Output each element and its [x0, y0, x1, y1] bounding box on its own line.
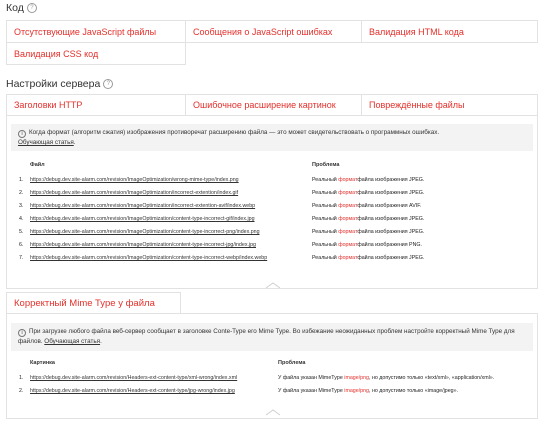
tutorial-link[interactable]: Обучающая статья	[44, 338, 100, 345]
highlight-term: формат	[338, 229, 358, 235]
info-box-mime: i При загрузке любого файла веб-сервер со…	[11, 323, 533, 351]
tile-js-errors[interactable]: Сообщения о JavaScript ошибках	[185, 20, 362, 43]
table-row: 1. https://debug.dev.site-alarm.com/revis…	[0, 373, 545, 384]
problem-text: Реальный форматфайла изображения AVIF.	[312, 203, 422, 209]
tab-correct-mime-type[interactable]: Корректный Mime Type у файла	[6, 292, 181, 314]
tile-wrong-image-extension[interactable]: Ошибочное расширение картинок	[185, 94, 362, 116]
highlight-term: формат	[338, 216, 358, 222]
help-circle-icon[interactable]: ?	[103, 79, 114, 89]
row-number: 6.	[19, 242, 24, 248]
problem-text: Реальный форматфайла изображения JPEG.	[312, 255, 425, 261]
highlight-term: формат	[338, 255, 358, 261]
row-number: 2.	[19, 190, 24, 196]
file-url-link[interactable]: https://debug.dev.site-alarm.com/revisio…	[30, 388, 235, 394]
table-row: 2. https://debug.dev.site-alarm.com/revis…	[0, 188, 545, 199]
row-number: 3.	[19, 203, 24, 209]
problem-text: Реальный форматфайла изображения PNG.	[312, 242, 423, 248]
tile-missing-js[interactable]: Отсутствующие JavaScript файлы	[6, 20, 186, 43]
file-url-link[interactable]: https://debug.dev.site-alarm.com/revisio…	[30, 255, 267, 261]
column-header-image: Картинка	[30, 360, 55, 366]
chevron-up-icon[interactable]	[263, 408, 283, 416]
highlight-term: image/png	[344, 375, 370, 381]
file-url-link[interactable]: https://debug.dev.site-alarm.com/revisio…	[30, 229, 260, 235]
file-url-link[interactable]: https://debug.dev.site-alarm.com/revisio…	[30, 216, 255, 222]
tile-http-headers[interactable]: Заголовки HTTP	[6, 94, 186, 116]
file-url-link[interactable]: https://debug.dev.site-alarm.com/revisio…	[30, 242, 256, 248]
tile-css-validation[interactable]: Валидация CSS код	[6, 42, 186, 65]
highlight-term: формат	[338, 190, 358, 196]
row-number: 5.	[19, 229, 24, 235]
tile-html-validation[interactable]: Валидация HTML кода	[361, 20, 538, 43]
tile-damaged-files[interactable]: Повреждённые файлы	[361, 94, 538, 116]
row-number: 7.	[19, 255, 24, 261]
table-row: 2. https://debug.dev.site-alarm.com/revis…	[0, 386, 545, 397]
problem-text: Реальный форматфайла изображения JPEG.	[312, 190, 425, 196]
info-circle-icon: i	[18, 130, 26, 138]
highlight-term: формат	[338, 203, 358, 209]
table-row: 3. https://debug.dev.site-alarm.com/revis…	[0, 201, 545, 212]
chevron-up-icon[interactable]	[263, 281, 283, 289]
table-row: 4. https://debug.dev.site-alarm.com/revis…	[0, 214, 545, 225]
highlight-term: формат	[338, 242, 358, 248]
row-number: 2.	[19, 388, 24, 394]
problem-text: Реальный форматфайла изображения JPEG.	[312, 177, 425, 183]
column-header-problem: Проблема	[312, 162, 340, 168]
table-row: 1. https://debug.dev.site-alarm.com/revis…	[0, 175, 545, 186]
file-url-link[interactable]: https://debug.dev.site-alarm.com/revisio…	[30, 203, 255, 209]
row-number: 4.	[19, 216, 24, 222]
column-header-problem: Проблема	[278, 360, 306, 366]
tutorial-link[interactable]: Обучающая статья	[18, 139, 74, 146]
problem-text: Реальный форматфайла изображения JPEG.	[312, 216, 425, 222]
file-url-link[interactable]: https://debug.dev.site-alarm.com/revisio…	[30, 177, 239, 183]
table-row: 6. https://debug.dev.site-alarm.com/revis…	[0, 240, 545, 251]
info-box-extension: i Когда формат (алгоритм сжатия) изображе…	[11, 124, 533, 151]
highlight-term: формат	[338, 177, 358, 183]
info-circle-icon: i	[18, 329, 26, 337]
help-circle-icon[interactable]: ?	[26, 3, 37, 13]
table-row: 7. https://debug.dev.site-alarm.com/revis…	[0, 253, 545, 264]
column-header-file: Файл	[30, 162, 45, 168]
problem-text: У файла указан MimeType image/png, но до…	[278, 375, 495, 381]
highlight-term: image/png	[344, 388, 370, 394]
table-row: 5. https://debug.dev.site-alarm.com/revis…	[0, 227, 545, 238]
file-url-link[interactable]: https://debug.dev.site-alarm.com/revisio…	[30, 375, 237, 381]
file-url-link[interactable]: https://debug.dev.site-alarm.com/revisio…	[30, 190, 238, 196]
section-title-server: Настройки сервера ?	[6, 78, 114, 90]
section-title-code: Код ?	[6, 2, 37, 14]
row-number: 1.	[19, 375, 24, 381]
row-number: 1.	[19, 177, 24, 183]
problem-text: Реальный форматфайла изображения JPEG.	[312, 229, 425, 235]
problem-text: У файла указан MimeType image/png, но до…	[278, 388, 459, 394]
